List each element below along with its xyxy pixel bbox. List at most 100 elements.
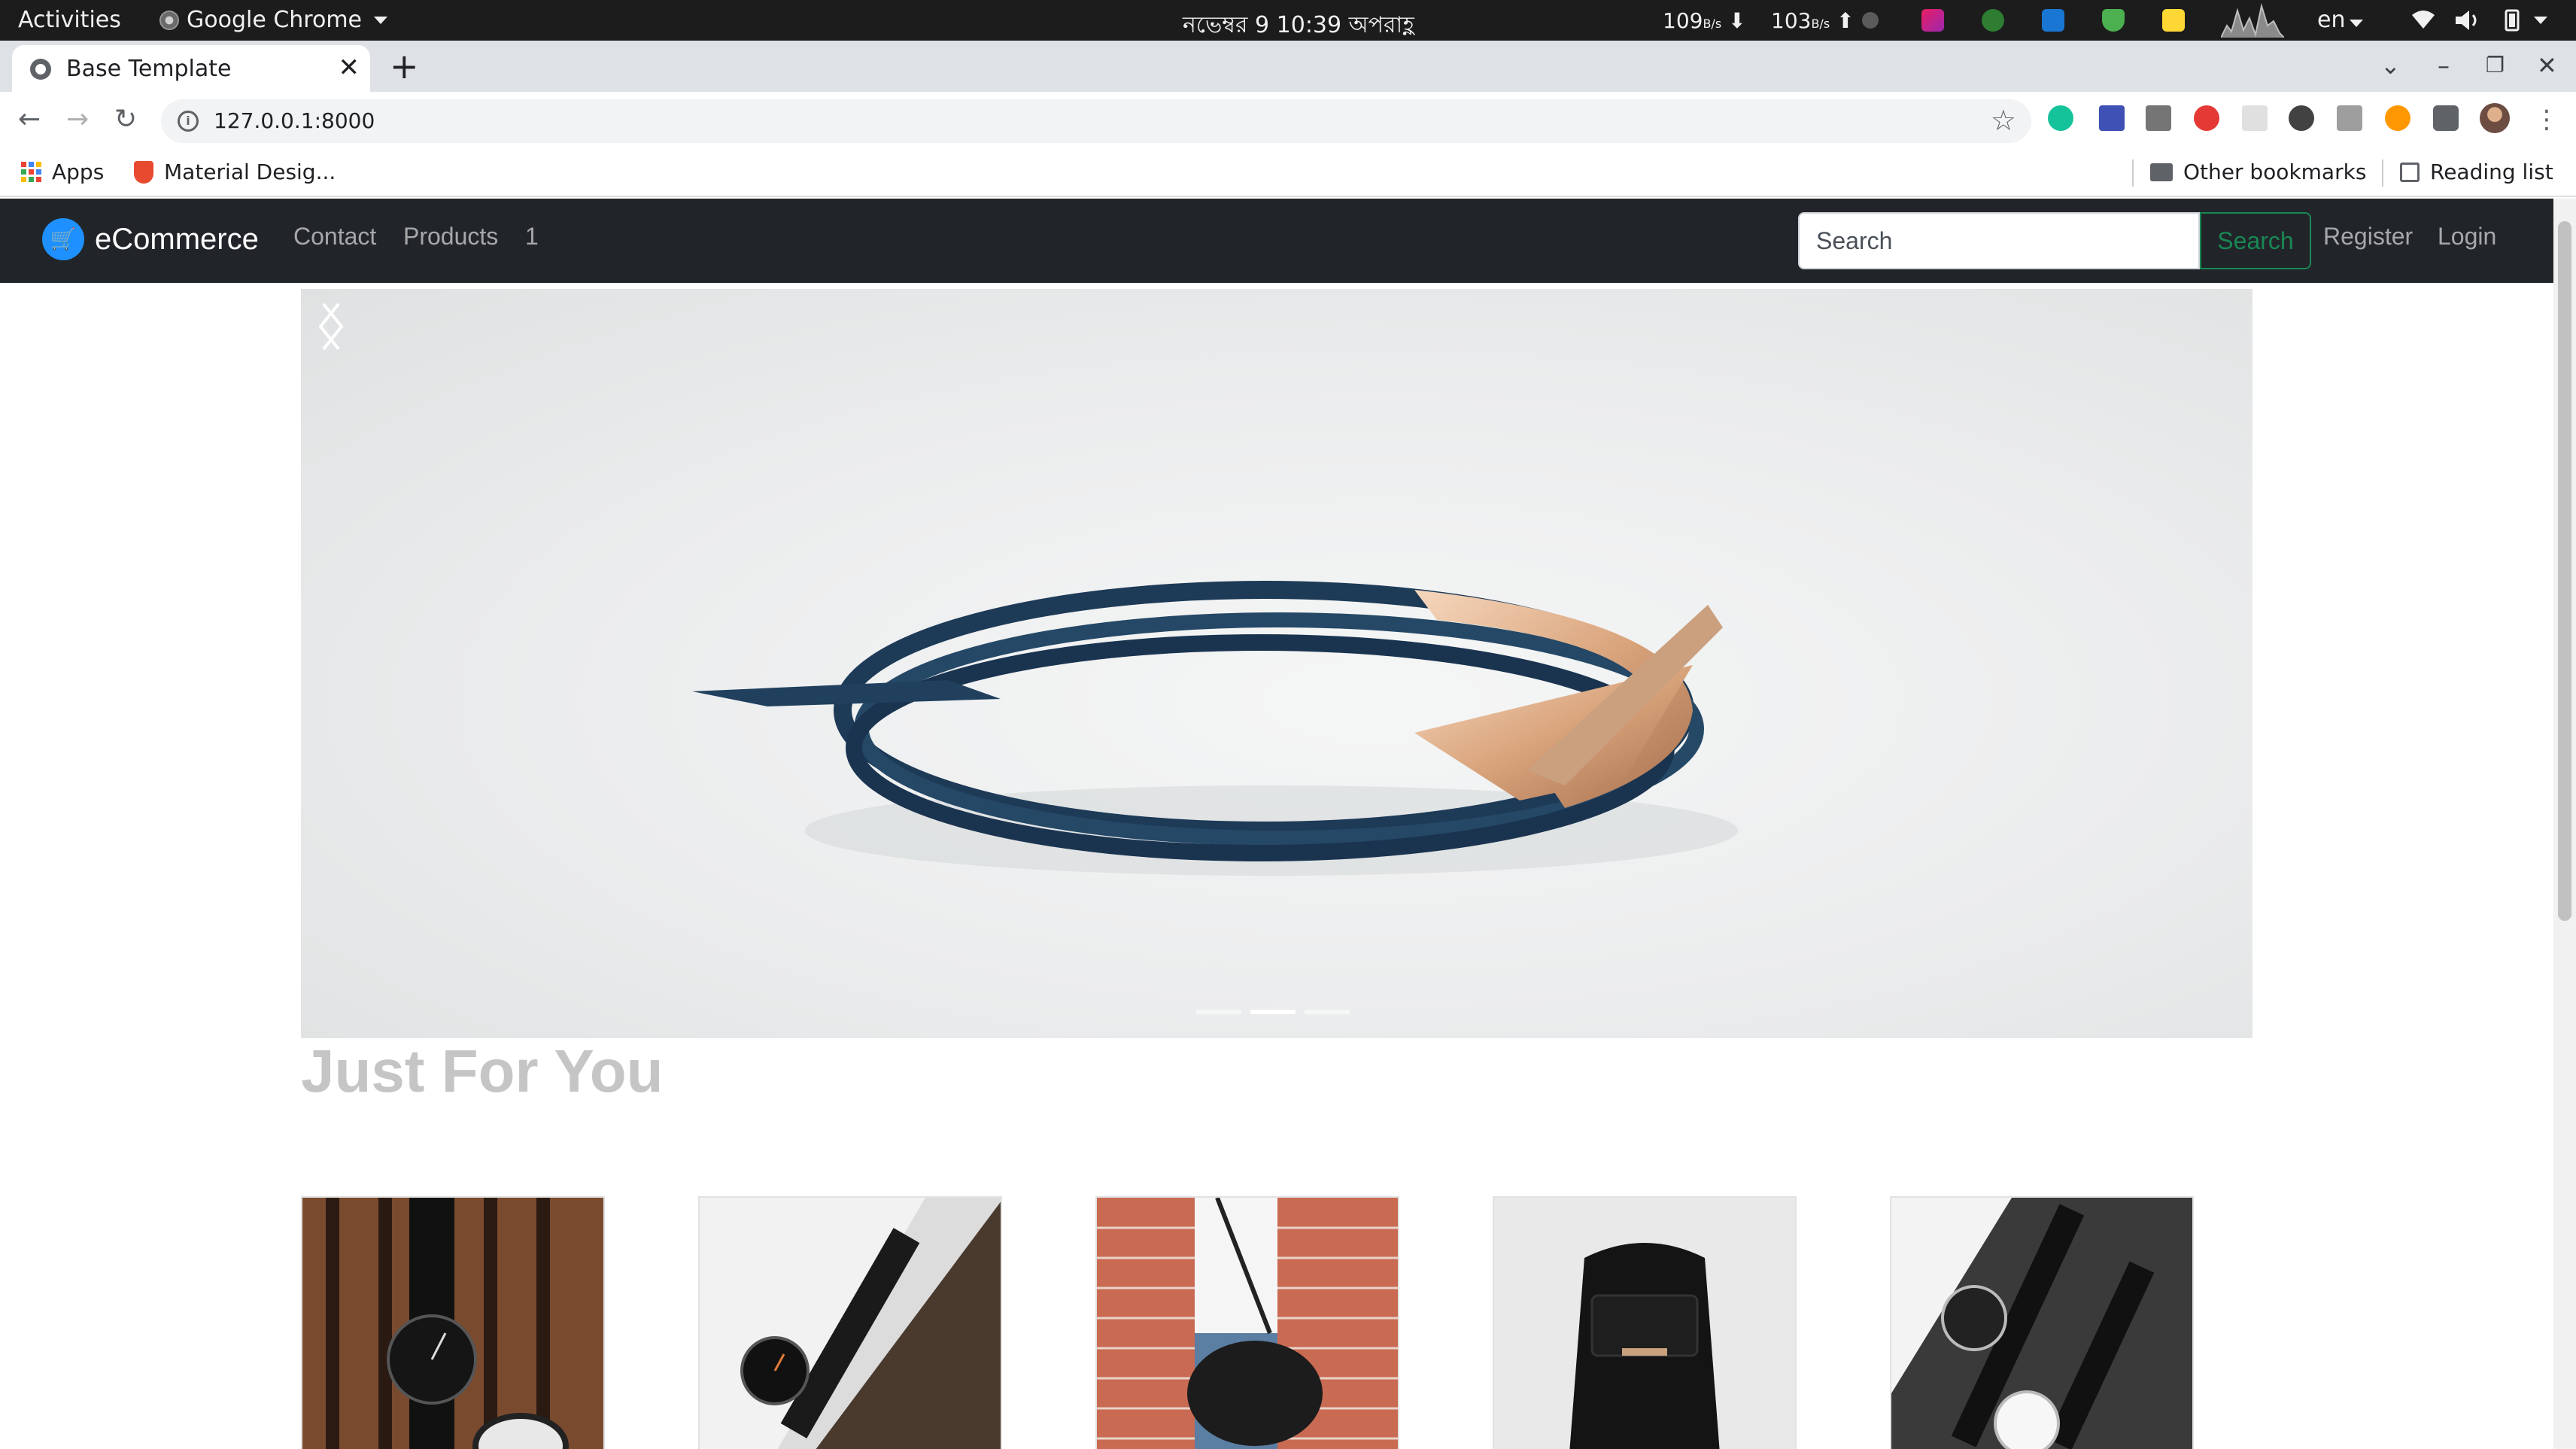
chevron-down-icon	[2350, 20, 2364, 27]
more-menu-icon[interactable]: ⋮	[2534, 102, 2559, 137]
tab-base-template[interactable]: Base Template ✕	[12, 45, 370, 92]
system-monitor-icon[interactable]	[2221, 3, 2284, 38]
link-tray-icon[interactable]	[1862, 12, 1879, 29]
minimize-icon[interactable]: –	[2438, 48, 2450, 83]
nav-contact-link[interactable]: Contact	[293, 223, 376, 251]
product-card-backpack[interactable]	[1493, 1196, 1797, 1449]
shopping-cart-icon: 🛒	[42, 218, 84, 260]
bookmarks-divider	[2132, 159, 2134, 187]
net-down-value: 109	[1663, 8, 1703, 33]
hero-carousel[interactable]	[301, 289, 2252, 1038]
bookmarks-divider	[2382, 159, 2383, 187]
product-image	[302, 1198, 603, 1449]
notes-tray-icon[interactable]	[2162, 9, 2185, 32]
bracelet-slide-image	[692, 581, 1738, 876]
language-label: en	[2317, 7, 2346, 33]
brand-name: eCommerce	[95, 222, 259, 256]
chrome-app-icon	[159, 10, 179, 30]
close-tab-icon[interactable]: ✕	[339, 53, 360, 83]
app-tray-icon[interactable]	[1921, 9, 1944, 32]
page-viewport: 🛒 eCommerce Contact Products 1 Search Re…	[0, 199, 2576, 1449]
scrollbar-thumb[interactable]	[2558, 221, 2571, 921]
grammarly-extension-icon[interactable]	[2048, 105, 2073, 131]
product-image	[1097, 1198, 1398, 1449]
carousel-indicator-1[interactable]	[1196, 1010, 1241, 1014]
dark-reader-extension-icon[interactable]	[2289, 105, 2314, 131]
apps-grid-icon	[21, 162, 41, 182]
net-up-value: 103	[1771, 8, 1812, 33]
blank-extension-icon[interactable]	[2242, 105, 2268, 131]
folder-icon	[2150, 163, 2173, 181]
tab-title: Base Template	[66, 56, 232, 82]
bookmark-other[interactable]: Other bookmarks	[2150, 159, 2366, 184]
app-menu[interactable]: Google Chrome	[159, 7, 387, 33]
browser-toolbar: ← → ↻ i 127.0.0.1:8000 ☆	[0, 92, 2576, 150]
url-text[interactable]: 127.0.0.1:8000	[214, 108, 375, 133]
bookmark-star-icon[interactable]: ☆	[1991, 104, 2016, 137]
bookmark-other-label: Other bookmarks	[2183, 159, 2367, 184]
speed-extension-icon[interactable]	[2385, 105, 2410, 131]
carousel-indicator-2[interactable]	[1250, 1010, 1296, 1014]
bookmark-material-design[interactable]: Material Desig...	[134, 159, 336, 184]
shield-tray-icon[interactable]	[2102, 9, 2125, 32]
profile-avatar[interactable]	[2480, 103, 2510, 133]
tab-search-chevron-icon[interactable]: ⌄	[2380, 48, 2401, 83]
product-card-bag-man[interactable]	[1095, 1196, 1399, 1449]
arrow-down-icon: ⬇	[1728, 8, 1746, 33]
app-menu-label: Google Chrome	[187, 7, 362, 33]
search-field-wrapper	[1798, 212, 2200, 269]
restore-icon[interactable]: ❐	[2486, 48, 2505, 83]
search-input[interactable]	[1800, 214, 2198, 268]
system-menu-chevron-icon[interactable]	[2534, 17, 2547, 24]
new-tab-button[interactable]: +	[390, 45, 419, 87]
screenshot-extension-icon[interactable]	[2337, 105, 2362, 131]
net-up-indicator: 103B/s ⬆	[1771, 8, 1855, 33]
scholar-extension-icon[interactable]	[2099, 105, 2125, 131]
product-image	[1494, 1198, 1795, 1449]
close-window-icon[interactable]: ✕	[2537, 48, 2557, 83]
back-icon[interactable]: ←	[18, 102, 41, 137]
site-info-icon[interactable]: i	[178, 111, 199, 132]
network-tray-icon[interactable]	[1982, 9, 2004, 32]
product-image	[1891, 1198, 2192, 1449]
forward-icon[interactable]: →	[66, 102, 89, 137]
product-card-watch-marble[interactable]	[698, 1196, 1002, 1449]
section-title: Just For You	[301, 1037, 664, 1104]
teamviewer-tray-icon[interactable]	[2042, 9, 2064, 32]
library-extension-icon[interactable]	[2146, 105, 2171, 131]
net-down-indicator: 109B/s ⬇	[1663, 8, 1746, 33]
extensions-puzzle-icon[interactable]	[2433, 105, 2459, 131]
page-scrollbar[interactable]	[2553, 199, 2576, 1449]
product-card-watch-wood[interactable]	[301, 1196, 605, 1449]
carousel-indicators	[1196, 1010, 1350, 1014]
address-bar[interactable]: i 127.0.0.1:8000 ☆	[161, 99, 2031, 143]
brand-link[interactable]: 🛒 eCommerce	[42, 218, 259, 260]
login-link[interactable]: Login	[2438, 223, 2496, 251]
nav-products-link[interactable]: Products	[403, 223, 498, 251]
bookmark-apps-label: Apps	[52, 159, 105, 184]
material-shield-icon	[134, 160, 153, 184]
search-button[interactable]: Search	[2200, 212, 2311, 269]
reload-icon[interactable]: ↻	[114, 102, 137, 137]
activities-button[interactable]: Activities	[18, 7, 121, 33]
reading-list-label: Reading list	[2430, 159, 2553, 184]
arrow-up-icon: ⬆	[1836, 8, 1855, 33]
carousel-next-chevron-icon[interactable]	[301, 289, 361, 364]
globe-icon	[30, 59, 51, 80]
carousel-indicator-3[interactable]	[1305, 1010, 1350, 1014]
language-indicator[interactable]: en	[2317, 7, 2364, 33]
adblock-extension-icon[interactable]	[2194, 105, 2219, 131]
system-top-bar: Activities Google Chrome নভেম্বর 9 10:39…	[0, 0, 2576, 41]
reading-list[interactable]: Reading list	[2400, 159, 2553, 184]
wifi-icon[interactable]	[2410, 9, 2436, 35]
product-card-two-watches[interactable]	[1890, 1196, 2194, 1449]
cart-count-link[interactable]: 1	[525, 223, 539, 251]
register-link[interactable]: Register	[2323, 223, 2413, 251]
system-clock[interactable]: নভেম্বর 9 10:39 অপরাহ্ণ	[1183, 7, 1414, 45]
reading-list-icon	[2400, 162, 2420, 182]
product-grid	[301, 1196, 2257, 1449]
bookmark-apps[interactable]: Apps	[21, 159, 104, 184]
battery-icon[interactable]	[2499, 9, 2525, 37]
site-navbar: 🛒 eCommerce Contact Products 1 Search Re…	[0, 199, 2553, 283]
volume-icon[interactable]	[2454, 9, 2481, 37]
